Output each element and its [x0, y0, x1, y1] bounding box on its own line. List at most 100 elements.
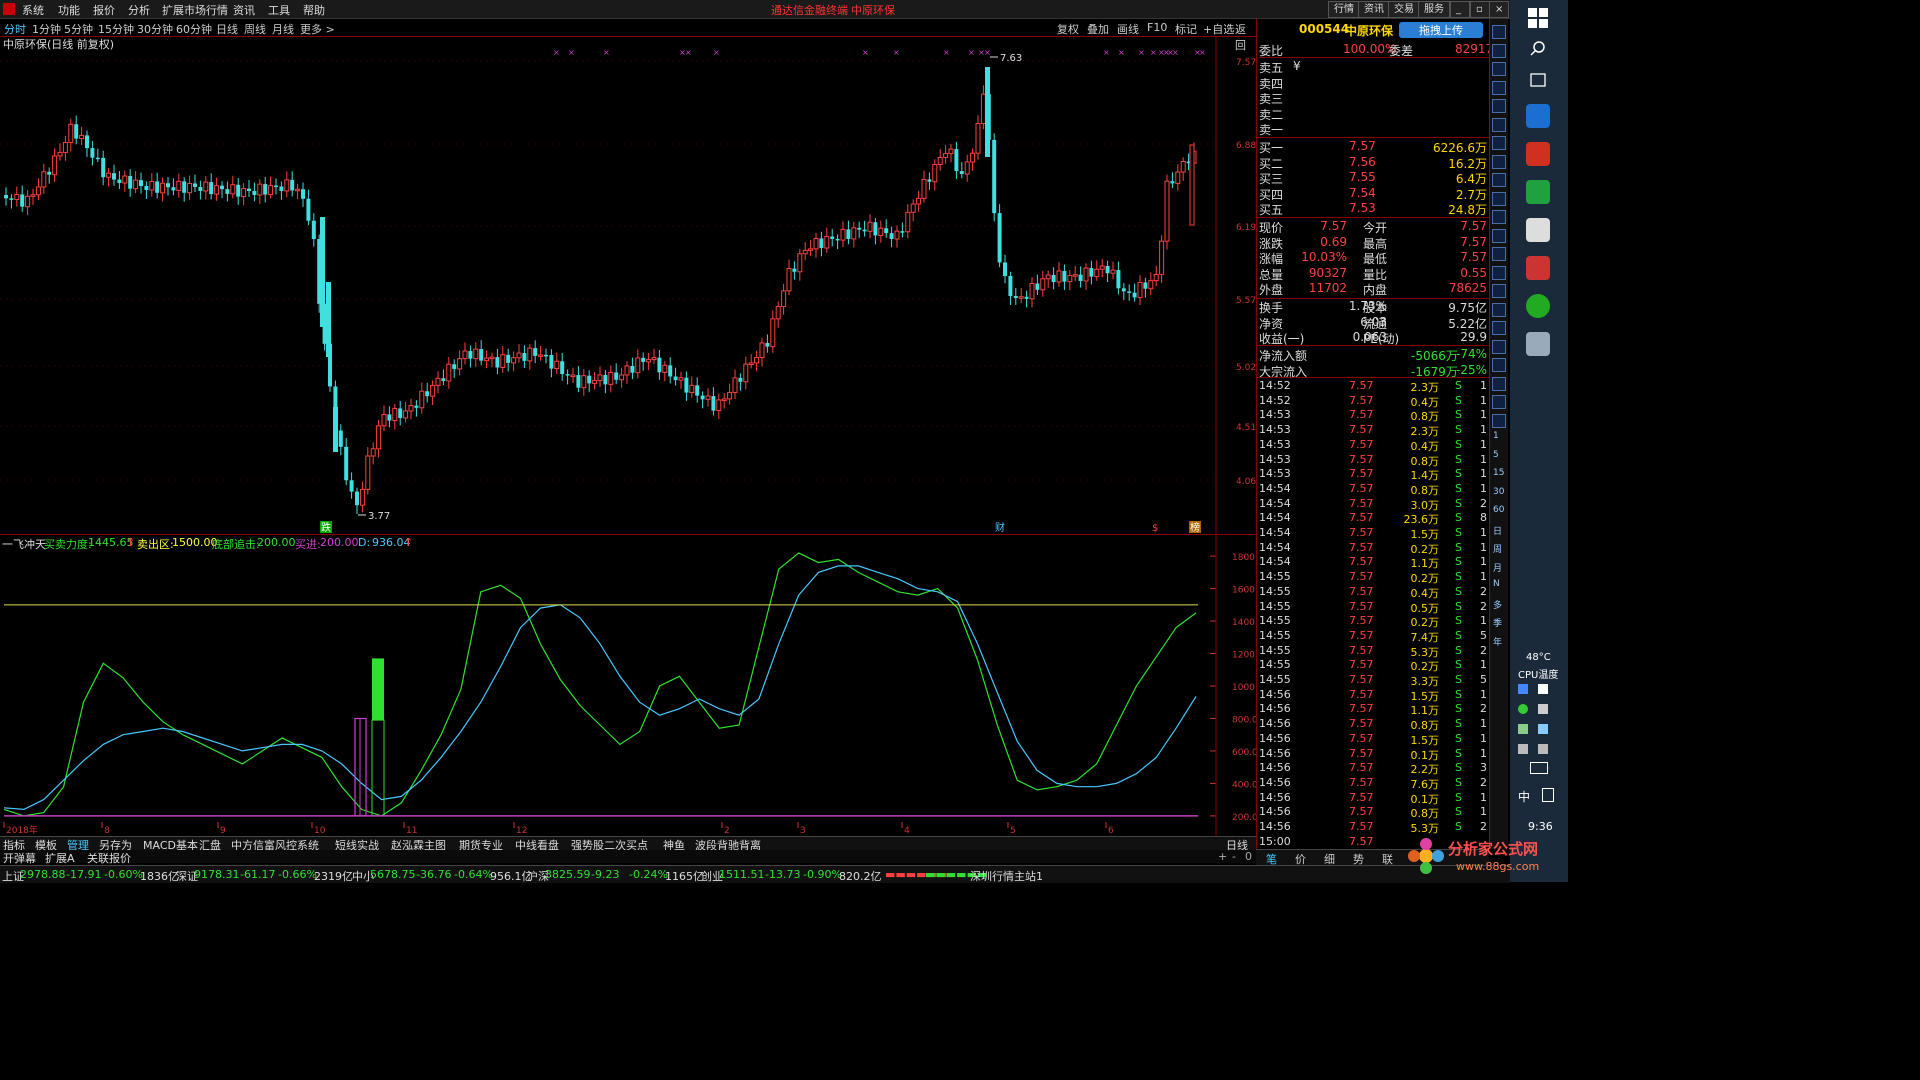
period-tab-5min[interactable]: 5分钟 — [64, 21, 93, 37]
tool-icon[interactable] — [1492, 413, 1506, 428]
tool-icon[interactable] — [1492, 284, 1506, 298]
marker-dollar[interactable]: $ — [1152, 523, 1158, 534]
app-misc-icon[interactable] — [1526, 332, 1550, 356]
menu-item-system[interactable]: 系统 — [22, 2, 44, 18]
tool-icon[interactable] — [1492, 228, 1506, 243]
btn-draw[interactable]: 画线 — [1117, 21, 1139, 37]
buy-level-4[interactable]: 买四 7.54 2.7万 — [1259, 186, 1489, 202]
tool-icon[interactable] — [1492, 25, 1506, 39]
extra-tab[interactable]: 关联报价 — [87, 850, 131, 866]
tray-app-icon[interactable] — [1538, 684, 1548, 694]
buy-level-3[interactable]: 买三 7.55 6.4万 — [1259, 170, 1489, 186]
tool-icon[interactable] — [1492, 62, 1506, 76]
menu-item-analysis[interactable]: 分析 — [128, 2, 150, 18]
btn-mark[interactable]: 标记 — [1175, 21, 1197, 37]
tray-gray-icon[interactable] — [1538, 704, 1548, 714]
btn-news[interactable]: 资讯 — [1358, 1, 1390, 18]
tool-icon[interactable] — [1492, 247, 1506, 261]
btn-overlay[interactable]: 叠加 — [1087, 21, 1109, 37]
period-shortcut[interactable]: 月 — [1493, 561, 1502, 574]
zoom-value[interactable]: 0 — [1245, 850, 1252, 863]
period-tab-day[interactable]: 日线 — [216, 21, 238, 37]
close-icon[interactable]: × — [1489, 1, 1509, 18]
sell-level-5[interactable]: 卖五 ¥ — [1259, 59, 1489, 75]
marker-bang[interactable]: 榜 — [1190, 521, 1200, 534]
period-more[interactable]: 更多 > — [300, 21, 335, 37]
period-tab-30min[interactable]: 30分钟 — [137, 21, 173, 37]
menu-item-quote[interactable]: 报价 — [93, 2, 115, 18]
search-icon[interactable] — [1530, 40, 1546, 56]
tray-icons[interactable] — [1516, 682, 1562, 762]
notification-icon[interactable] — [1542, 788, 1554, 802]
period-tab-15min[interactable]: 15分钟 — [98, 21, 134, 37]
shield-icon[interactable] — [1518, 684, 1528, 694]
tool-icon[interactable] — [1492, 43, 1506, 58]
tray-green-icon[interactable] — [1518, 704, 1528, 714]
upload-button[interactable]: 拖拽上传 — [1399, 22, 1483, 38]
clock[interactable]: 9:36 — [1528, 820, 1553, 833]
extra-tab[interactable]: 开弹幕 — [3, 850, 36, 866]
tool-icon[interactable] — [1492, 154, 1506, 169]
tray-blue-icon[interactable] — [1538, 724, 1548, 734]
minimize-icon[interactable]: _ — [1450, 1, 1470, 18]
period-shortcut[interactable]: N — [1493, 579, 1500, 589]
tool-icon[interactable] — [1492, 321, 1506, 335]
period-tab-intraday[interactable]: 分时 — [4, 21, 26, 37]
menu-item-tools[interactable]: 工具 — [268, 2, 290, 18]
zoom-plus-icon[interactable]: + — [1218, 850, 1227, 863]
sell-level-3[interactable]: 卖三 — [1259, 90, 1489, 106]
doc-icon[interactable] — [1526, 218, 1550, 242]
period-shortcut[interactable]: 30 — [1493, 487, 1504, 497]
app-gua-icon[interactable] — [1526, 142, 1550, 166]
sell-level-4[interactable]: 卖四 — [1259, 75, 1489, 91]
btn-service[interactable]: 服务 — [1418, 1, 1450, 18]
app-dollar-icon[interactable] — [1526, 180, 1550, 204]
period-tab-month[interactable]: 月线 — [272, 21, 294, 37]
tool-icon[interactable] — [1492, 339, 1506, 354]
tool-icon[interactable] — [1492, 117, 1506, 132]
period-shortcut[interactable]: 周 — [1493, 542, 1502, 555]
kline-chart[interactable]: 中原环保(日线 前复权) 7.57 6.88 6.19 5.57 5.02 4.51 4.0… — [0, 37, 1256, 534]
marker-cai[interactable]: 财 — [995, 521, 1005, 534]
buy-level-1[interactable]: 买一 7.57 6226.6万 — [1259, 139, 1489, 155]
restore-icon[interactable]: ▫ — [1470, 1, 1490, 18]
sell-level-2[interactable]: 卖二 — [1259, 106, 1489, 122]
tool-icon[interactable] — [1492, 302, 1506, 317]
ime-indicator[interactable]: 中 — [1518, 788, 1530, 805]
tool-icon[interactable] — [1492, 358, 1506, 372]
period-shortcut[interactable]: 60 — [1493, 505, 1504, 515]
tool-icon[interactable] — [1492, 395, 1506, 409]
marker-die[interactable]: 跌 — [321, 521, 331, 534]
volume-icon[interactable] — [1538, 744, 1548, 754]
tool-icon[interactable] — [1492, 210, 1506, 224]
period-shortcut[interactable]: 季 — [1493, 616, 1502, 629]
period-shortcut[interactable]: 1 — [1493, 431, 1499, 441]
period-shortcut[interactable]: 多 — [1493, 598, 1502, 611]
btn-add-fav[interactable]: +自选 — [1203, 21, 1234, 37]
period-tab-1min[interactable]: 1分钟 — [32, 21, 61, 37]
keyboard-icon[interactable] — [1530, 762, 1548, 774]
tool-icon[interactable] — [1492, 80, 1506, 95]
tool-icon[interactable] — [1492, 99, 1506, 113]
ie-icon[interactable] — [1526, 104, 1550, 128]
buy-level-5[interactable]: 买五 7.53 24.8万 — [1259, 201, 1489, 217]
tool-icon[interactable] — [1492, 191, 1506, 206]
indicator-chart[interactable]: 1800 1600 1400 1200 1000 800.0 600.0 400.0 200.0… — [0, 534, 1256, 838]
tdx-app-icon[interactable] — [1526, 256, 1550, 280]
zoom-minus-icon[interactable]: - — [1232, 850, 1236, 863]
period-tab-60min[interactable]: 60分钟 — [176, 21, 212, 37]
app-green-icon[interactable] — [1526, 294, 1550, 318]
period-shortcut[interactable]: 15 — [1493, 468, 1504, 478]
extra-tab[interactable]: 扩展A — [45, 850, 75, 866]
btn-f10[interactable]: F10 — [1147, 21, 1167, 34]
period-shortcut[interactable]: 年 — [1493, 635, 1502, 648]
tool-icon[interactable] — [1492, 376, 1506, 391]
menu-item-help[interactable]: 帮助 — [303, 2, 325, 18]
network-icon[interactable] — [1518, 744, 1528, 754]
task-view-icon[interactable] — [1529, 72, 1547, 88]
windows-start-icon[interactable] — [1528, 8, 1548, 28]
tool-icon[interactable] — [1492, 265, 1506, 280]
period-tab-week[interactable]: 周线 — [244, 21, 266, 37]
period-shortcut[interactable]: 日 — [1493, 524, 1502, 537]
menu-item-news[interactable]: 资讯 — [233, 2, 255, 18]
